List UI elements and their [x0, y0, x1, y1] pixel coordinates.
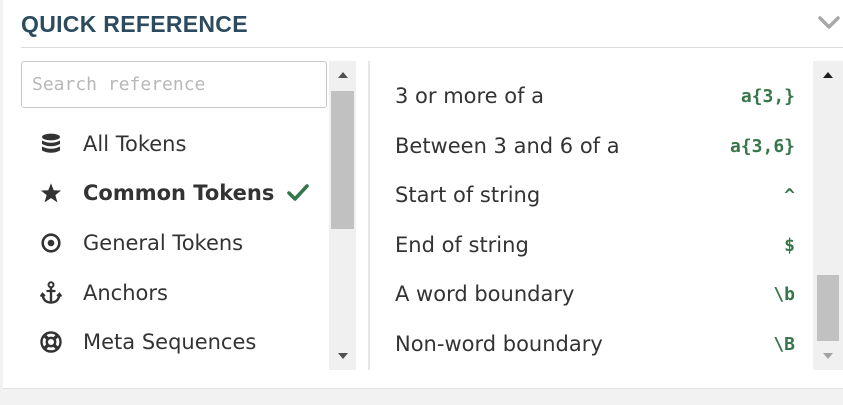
category-item-all-tokens[interactable]: All Tokens [21, 119, 327, 169]
token-list: 3 or more of a a{3,} Between 3 and 6 of … [395, 73, 799, 371]
anchor-icon [38, 280, 64, 306]
category-column: All Tokens Common Tokens General Tokens [21, 61, 356, 370]
token-code: $ [784, 234, 795, 256]
category-label: Anchors [83, 280, 168, 305]
scroll-down-arrow-icon[interactable] [329, 342, 356, 370]
panel-title: QUICK REFERENCE [21, 11, 248, 37]
category-item-anchors[interactable]: Anchors [21, 268, 327, 318]
token-row[interactable]: Non-word boundary \B [395, 321, 799, 371]
target-icon [38, 230, 64, 256]
scrollbar-thumb[interactable] [331, 91, 354, 229]
chevron-down-icon[interactable] [817, 12, 841, 34]
lifebuoy-icon [38, 329, 64, 355]
token-row[interactable]: Start of string ^ [395, 172, 799, 222]
search-input[interactable] [21, 61, 327, 108]
token-code: ^ [784, 185, 795, 207]
token-description: A word boundary [395, 282, 575, 307]
star-icon [38, 180, 64, 206]
token-row[interactable]: End of string $ [395, 222, 799, 272]
category-label: All Tokens [83, 131, 187, 156]
token-description: Between 3 and 6 of a [395, 133, 620, 158]
token-code: a{3,} [740, 86, 795, 107]
scroll-up-arrow-icon[interactable] [813, 61, 843, 89]
category-item-common-tokens[interactable]: Common Tokens [21, 169, 327, 219]
category-label: General Tokens [83, 230, 244, 255]
panel-header: QUICK REFERENCE [21, 0, 843, 48]
token-description: 3 or more of a [395, 84, 545, 108]
token-scrollbar[interactable] [813, 61, 843, 370]
token-code: \B [773, 333, 795, 355]
token-row[interactable]: Between 3 and 6 of a a{3,6} [395, 123, 799, 173]
scrollbar-thumb[interactable] [817, 275, 839, 341]
column-divider [368, 61, 370, 370]
token-description: End of string [395, 232, 529, 257]
category-label: Meta Sequences [83, 330, 257, 355]
category-scrollbar[interactable] [329, 61, 356, 370]
category-item-general-tokens[interactable]: General Tokens [21, 218, 327, 268]
scroll-up-arrow-icon[interactable] [329, 61, 356, 89]
checkmark-icon [287, 183, 309, 203]
token-row[interactable]: 3 or more of a a{3,} [395, 73, 799, 123]
category-list: All Tokens Common Tokens General Tokens [21, 119, 327, 367]
token-description: Start of string [395, 183, 541, 208]
token-code: \b [773, 284, 795, 306]
token-code: a{3,6} [729, 135, 795, 157]
category-item-meta-sequences[interactable]: Meta Sequences [21, 317, 327, 367]
database-icon [38, 131, 64, 157]
token-row[interactable]: A word boundary \b [395, 271, 799, 321]
category-label: Common Tokens [83, 181, 275, 206]
scroll-down-arrow-icon[interactable] [813, 342, 843, 370]
token-description: Non-word boundary [395, 331, 603, 356]
